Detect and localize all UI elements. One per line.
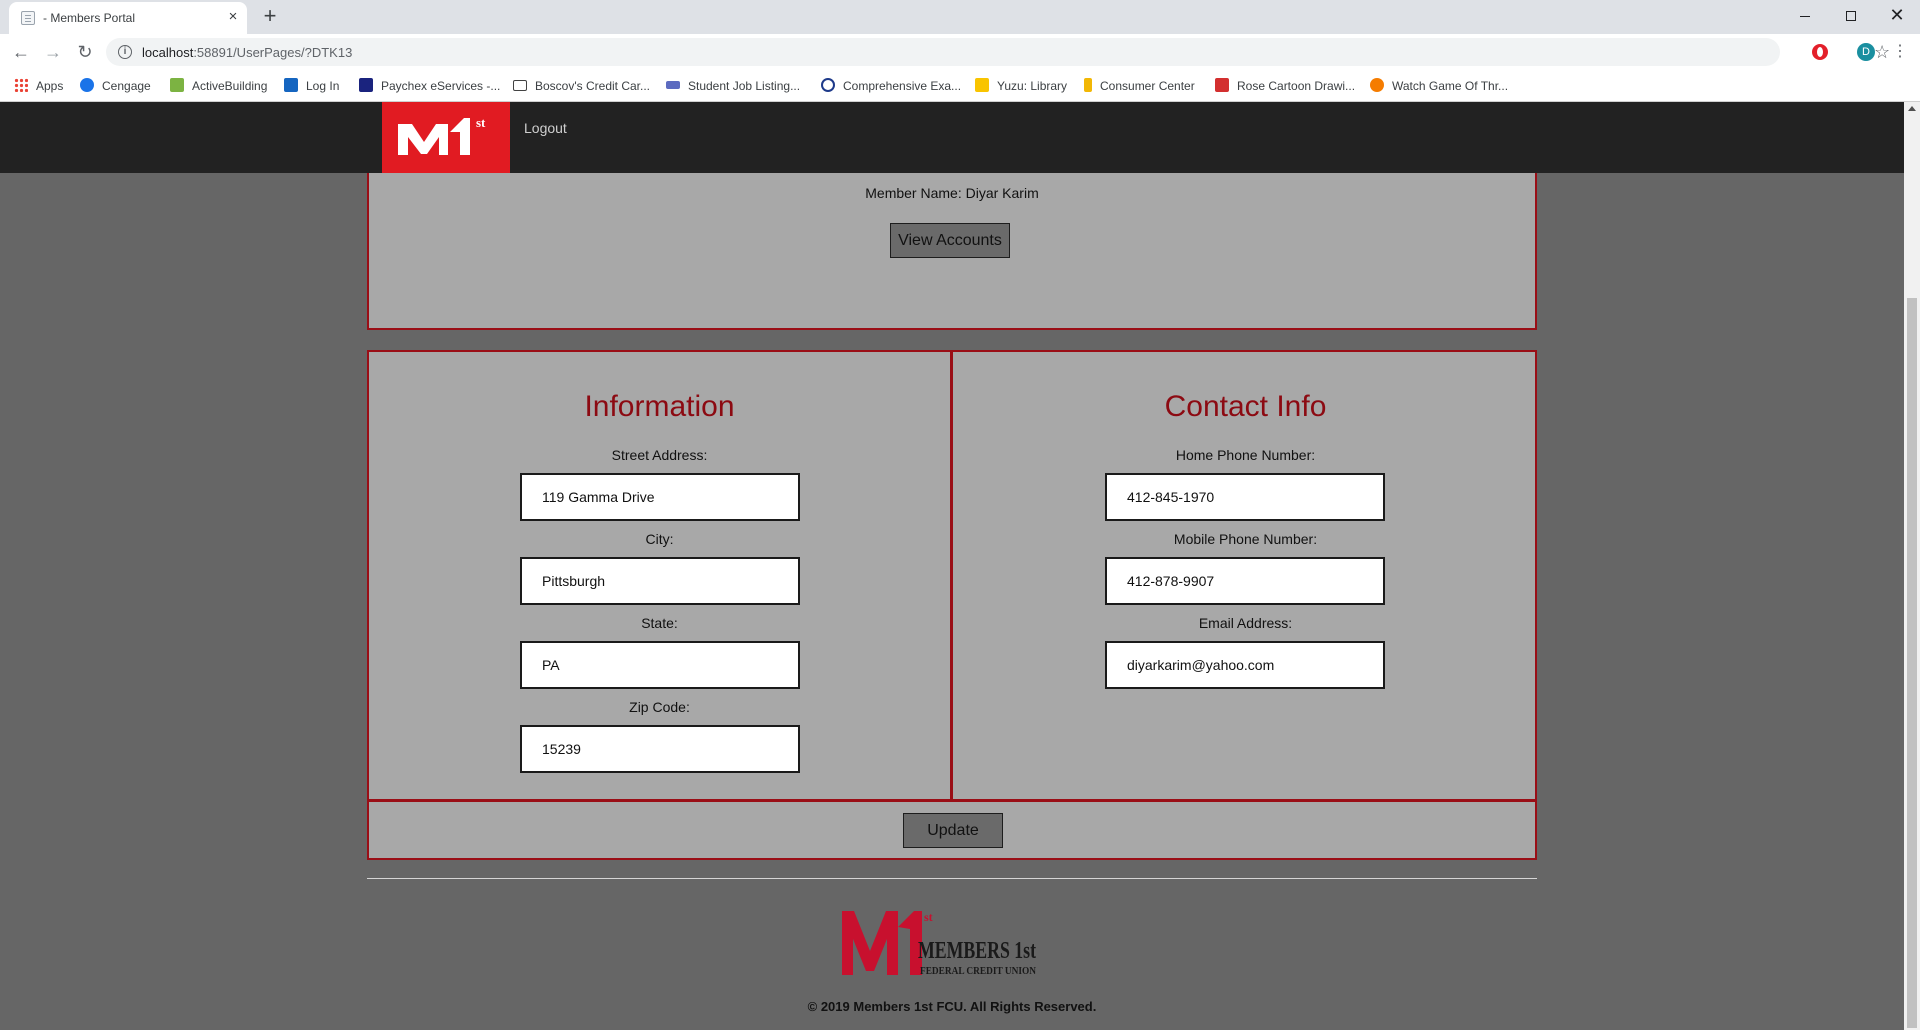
browser-tab-active[interactable]: - Members Portal ×: [9, 2, 247, 34]
bookmark-activebuilding[interactable]: ActiveBuilding: [170, 78, 267, 94]
reload-icon[interactable]: ↻: [72, 39, 98, 65]
browser-menu-icon[interactable]: ⋮: [1892, 40, 1908, 64]
page-favicon-icon: [21, 11, 35, 25]
contact-info-section: Contact Info Home Phone Number: Mobile P…: [956, 352, 1535, 799]
site-header: st Logout: [0, 102, 1904, 173]
bookmark-yuzu[interactable]: Yuzu: Library: [975, 78, 1067, 94]
bookmark-watch-got[interactable]: Watch Game Of Thr...: [1370, 78, 1508, 94]
svg-text:FEDERAL CREDIT UNION: FEDERAL CREDIT UNION: [920, 965, 1036, 977]
city-label: City:: [645, 531, 674, 547]
extension-opera-icon[interactable]: [1812, 44, 1828, 60]
card-icon: [513, 80, 527, 91]
q-icon: [821, 78, 835, 92]
m1st-logo[interactable]: st: [382, 102, 510, 173]
view-accounts-button[interactable]: View Accounts: [890, 223, 1010, 258]
browser-tab-strip: - Members Portal × + ✕: [0, 0, 1920, 34]
contact-info-title: Contact Info: [1164, 390, 1327, 423]
profile-form: Information Street Address: City: State:…: [367, 350, 1537, 860]
tab-title: - Members Portal: [43, 11, 136, 25]
state-label: State:: [641, 615, 678, 631]
window-restore-button[interactable]: [1828, 0, 1874, 30]
street-address-label: Street Address:: [611, 447, 708, 463]
url-text[interactable]: localhost:58891/UserPages/?DTK13: [142, 45, 352, 60]
address-bar[interactable]: i localhost:58891/UserPages/?DTK13 ☆: [106, 38, 1890, 66]
bookmark-boscovs[interactable]: Boscov's Credit Car...: [513, 78, 650, 94]
information-title: Information: [584, 390, 735, 423]
information-section: Information Street Address: City: State:…: [369, 352, 953, 799]
form-divider: [369, 799, 1535, 802]
members-1st-footer-logo: st MEMBERS 1st FEDERAL CREDIT UNION: [840, 905, 1060, 985]
bookmark-log-in[interactable]: Log In: [284, 78, 339, 94]
logout-link[interactable]: Logout: [524, 120, 567, 136]
m1st-logo-icon: st: [398, 115, 486, 155]
window-close-button[interactable]: ✕: [1874, 0, 1920, 30]
update-button[interactable]: Update: [903, 813, 1003, 848]
bookmark-consumer-center[interactable]: Consumer Center: [1084, 78, 1195, 94]
consumer-icon: [1084, 78, 1092, 92]
zip-code-input[interactable]: [520, 725, 800, 773]
back-arrow-icon[interactable]: ←: [8, 39, 34, 65]
copyright-text: © 2019 Members 1st FCU. All Rights Reser…: [807, 999, 1097, 1014]
building-icon: [170, 78, 184, 92]
svg-text:MEMBERS 1st: MEMBERS 1st: [918, 938, 1036, 964]
forward-arrow-icon[interactable]: →: [40, 39, 66, 65]
watch-icon: [1370, 78, 1384, 92]
cengage-icon: [80, 78, 94, 92]
site-info-icon[interactable]: i: [118, 45, 132, 59]
apps-grid-icon: [14, 78, 28, 92]
svg-text:st: st: [924, 910, 933, 924]
email-address-label: Email Address:: [1198, 615, 1293, 631]
tab-close-icon[interactable]: ×: [224, 8, 242, 26]
state-input[interactable]: [520, 641, 800, 689]
rose-icon: [1215, 78, 1229, 92]
bookmark-cengage[interactable]: Cengage: [80, 78, 151, 94]
browser-toolbar: ← → ↻ i localhost:58891/UserPages/?DTK13…: [0, 34, 1920, 70]
mobile-phone-label: Mobile Phone Number:: [1173, 531, 1318, 547]
scrollbar-thumb[interactable]: [1907, 298, 1917, 1028]
bookmark-rose-cartoon[interactable]: Rose Cartoon Drawi...: [1215, 78, 1355, 94]
zip-code-label: Zip Code:: [629, 699, 690, 715]
members-1st-logo-icon: st MEMBERS 1st FEDERAL CREDIT UNION: [842, 910, 1036, 977]
member-summary-panel: Member Name: Diyar Karim View Accounts: [367, 173, 1537, 330]
mobile-phone-input[interactable]: [1105, 557, 1385, 605]
bookmark-comprehensive-exam[interactable]: Comprehensive Exa...: [821, 78, 961, 94]
street-address-input[interactable]: [520, 473, 800, 521]
home-phone-input[interactable]: [1105, 473, 1385, 521]
home-phone-label: Home Phone Number:: [1175, 447, 1316, 463]
job-icon: [666, 81, 680, 89]
scroll-up-arrow-icon[interactable]: [1908, 106, 1916, 111]
window-minimize-button[interactable]: [1782, 0, 1828, 30]
new-tab-button[interactable]: +: [258, 5, 282, 29]
bookmark-student-jobs[interactable]: Student Job Listing...: [666, 78, 800, 94]
profile-avatar[interactable]: D: [1857, 43, 1875, 61]
page-scrollbar[interactable]: [1904, 102, 1920, 1030]
member-name: Member Name: Diyar Karim: [865, 185, 1039, 201]
yuzu-icon: [975, 78, 989, 92]
bookmark-paychex[interactable]: Paychex eServices -...: [359, 78, 500, 94]
city-input[interactable]: [520, 557, 800, 605]
bookmark-apps[interactable]: Apps: [14, 78, 63, 94]
email-address-input[interactable]: [1105, 641, 1385, 689]
footer-divider: [367, 878, 1537, 879]
login-icon: [284, 78, 298, 92]
svg-text:st: st: [476, 115, 486, 130]
bookmark-star-icon[interactable]: ☆: [1874, 42, 1890, 62]
bookmarks-bar: Apps Cengage ActiveBuilding Log In Paych…: [0, 70, 1920, 102]
paychex-icon: [359, 78, 373, 92]
